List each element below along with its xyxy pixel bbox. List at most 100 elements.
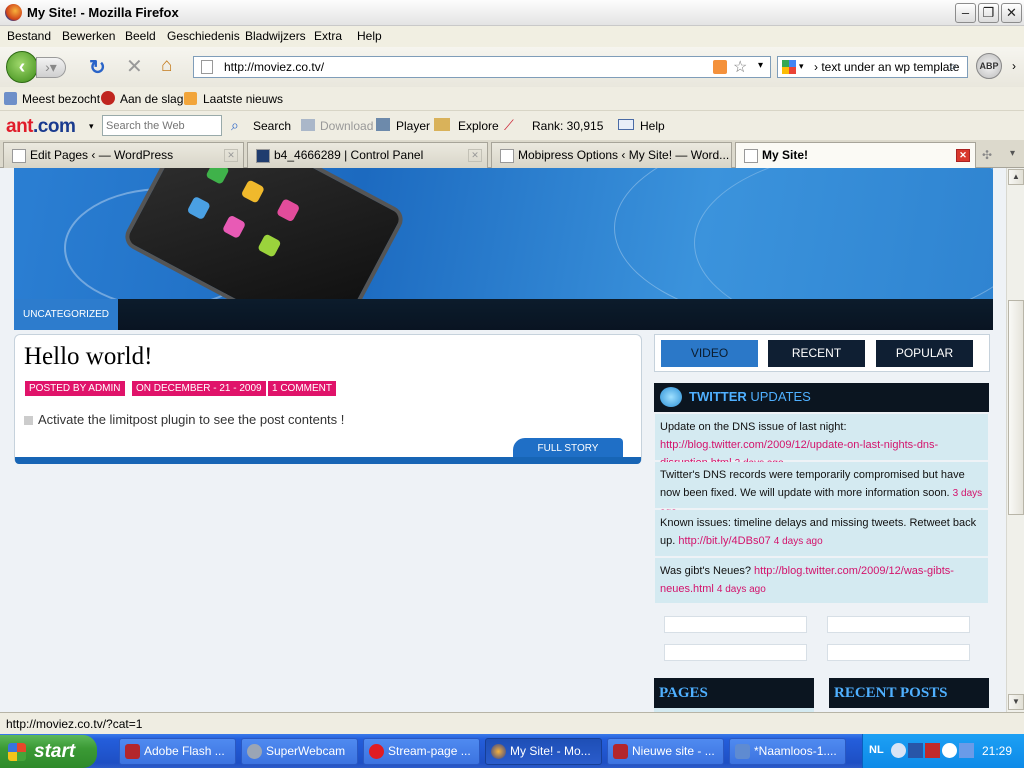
url-text: http://moviez.co.tv/ (224, 60, 325, 74)
download-icon (301, 119, 315, 131)
start-button[interactable]: start (0, 735, 97, 768)
post-title[interactable]: Hello world! (24, 343, 152, 371)
adblock-button[interactable]: ABP (976, 53, 1002, 79)
maximize-button[interactable]: ❐ (978, 3, 999, 23)
tab-close-icon[interactable]: ✕ (468, 149, 482, 162)
home-icon[interactable]: ⌂ (161, 55, 172, 77)
tab-my-site[interactable]: My Site! ✕ (735, 142, 976, 169)
scroll-down-button[interactable]: ▼ (1008, 694, 1024, 710)
task-my-site[interactable]: My Site! - Mo... (485, 738, 602, 765)
tray-icon[interactable] (925, 743, 940, 758)
task-label: My Site! - Mo... (510, 744, 591, 758)
tweet-time[interactable]: 4 days ago (717, 584, 766, 595)
language-indicator[interactable]: NL (869, 744, 884, 756)
menu-bewerken[interactable]: Bewerken (62, 29, 115, 43)
task-adobe-flash[interactable]: Adobe Flash ... (119, 738, 236, 765)
tab-close-icon[interactable]: ✕ (224, 149, 238, 162)
ant-player-button[interactable]: Player (396, 119, 430, 133)
ant-explore-button[interactable]: Explore (458, 119, 499, 133)
bookmark-laatste-nieuws[interactable]: Laatste nieuws (203, 92, 283, 106)
scroll-thumb[interactable] (1008, 300, 1024, 515)
windows-logo-icon (8, 743, 26, 761)
back-button[interactable]: ‹ (6, 51, 38, 83)
menu-bestand[interactable]: Bestand (7, 29, 51, 43)
ant-help-button[interactable]: Help (640, 119, 665, 133)
tray-icon[interactable] (908, 743, 923, 758)
tweet-text: Update on the DNS issue of last night: (660, 421, 847, 433)
task-naamloos[interactable]: *Naamloos-1.... (729, 738, 846, 765)
rss-icon[interactable] (713, 60, 727, 74)
tweet-link[interactable]: http://bit.ly/4DBs07 (678, 535, 770, 547)
task-superwebcam[interactable]: SuperWebcam (241, 738, 358, 765)
minimize-button[interactable]: – (955, 3, 976, 23)
firefox-bookmark-icon (101, 91, 115, 105)
category-uncategorized[interactable]: UNCATEGORIZED (14, 299, 118, 330)
navigation-toolbar: ‹ ›▾ ↻ ✕ ⌂ http://moviez.co.tv/ ☆ ▾ ▾ › … (0, 47, 1024, 87)
ant-menu-dropdown-icon[interactable]: ▾ (89, 121, 94, 132)
full-story-button[interactable]: FULL STORY (513, 438, 623, 459)
twitter-updates-heading: TWITTER UPDATES (654, 383, 989, 412)
ant-search-input[interactable] (102, 115, 222, 136)
post-comments[interactable]: 1 COMMENT (268, 381, 336, 396)
app-icon (257, 233, 282, 258)
tab-list-icon[interactable]: ▾ (1010, 148, 1015, 159)
bookmark-star-icon[interactable]: ☆ (733, 57, 747, 77)
tray-icon[interactable] (891, 743, 906, 758)
google-icon[interactable] (782, 60, 796, 74)
menu-geschiedenis[interactable]: Geschiedenis (167, 29, 240, 43)
rss-bookmark-icon (184, 92, 197, 105)
stop-icon[interactable]: ✕ (126, 54, 143, 79)
menu-extra[interactable]: Extra (314, 29, 342, 43)
bookmark-aan-de-slag[interactable]: Aan de slag (120, 92, 183, 106)
tab-control-panel[interactable]: b4_4666289 | Control Panel ✕ (247, 142, 488, 168)
search-bar[interactable]: ▾ › text under an wp template ⌕ (777, 56, 968, 78)
tab-recent[interactable]: RECENT (768, 340, 865, 367)
tray-icon[interactable] (942, 743, 957, 758)
toolbar-overflow-icon[interactable]: › (1012, 59, 1016, 73)
task-stream-page[interactable]: Stream-page ... (363, 738, 480, 765)
tab-video[interactable]: VIDEO (661, 340, 758, 367)
forward-button[interactable]: ›▾ (36, 57, 66, 78)
tab-label: My Site! (762, 148, 809, 162)
ant-search-icon[interactable]: ⌕ (231, 117, 239, 134)
engine-dropdown-icon[interactable]: ▾ (799, 61, 804, 72)
menu-help[interactable]: Help (357, 29, 382, 43)
tweet-text: Was gibt's Neues? (660, 565, 755, 577)
ant-search-button[interactable]: Search (253, 119, 291, 133)
reload-icon[interactable]: ↻ (89, 55, 106, 80)
ant-rank: Rank: 30,915 (532, 119, 604, 133)
category-nav-bar: UNCATEGORIZED (14, 299, 993, 330)
url-bar[interactable]: http://moviez.co.tv/ ☆ ▾ (193, 56, 771, 78)
ad-slot (827, 616, 970, 633)
page-favicon (744, 149, 758, 163)
post-author[interactable]: POSTED BY ADMIN (25, 381, 125, 396)
menu-beeld[interactable]: Beeld (125, 29, 156, 43)
task-nieuwe-site[interactable]: Nieuwe site - ... (607, 738, 724, 765)
close-button[interactable]: ✕ (1001, 3, 1022, 23)
ad-slot (664, 644, 807, 661)
ant-logo[interactable]: ant.com (6, 116, 76, 138)
tab-edit-pages[interactable]: Edit Pages ‹ — WordPress ✕ (3, 142, 244, 168)
tab-close-icon[interactable]: ✕ (956, 149, 970, 162)
tab-popular[interactable]: POPULAR (876, 340, 973, 367)
tweet-item: Update on the DNS issue of last night: h… (655, 414, 988, 469)
flash-icon (125, 744, 140, 759)
bookmark-meest-bezocht[interactable]: Meest bezocht (22, 92, 100, 106)
ant-toolbar: ant.com ▾ ⌕ Search Download Player Explo… (0, 110, 1024, 140)
tweet-text: Twitter's DNS records were temporarily c… (660, 469, 965, 499)
tray-icon[interactable] (959, 743, 974, 758)
dropdown-icon[interactable]: ▾ (758, 60, 763, 71)
scroll-up-button[interactable]: ▲ (1008, 169, 1024, 185)
vertical-scrollbar[interactable]: ▲ ▼ (1006, 168, 1024, 712)
task-label: *Naamloos-1.... (754, 744, 837, 758)
tab-mobipress-options[interactable]: Mobipress Options ‹ My Site! — Word... (491, 142, 732, 168)
firefox-icon (5, 4, 22, 21)
tweet-time[interactable]: 4 days ago (774, 536, 823, 547)
tab-label: b4_4666289 | Control Panel (274, 148, 424, 162)
ant-download-button[interactable]: Download (320, 119, 373, 133)
task-label: Adobe Flash ... (144, 744, 225, 758)
search-icon[interactable]: ⌕ (949, 58, 957, 75)
new-tab-icon[interactable]: ✣ (982, 148, 992, 162)
menu-bar: Bestand Bewerken Beeld Geschiedenis Blad… (0, 26, 1024, 47)
menu-bladwijzers[interactable]: Bladwijzers (245, 29, 306, 43)
